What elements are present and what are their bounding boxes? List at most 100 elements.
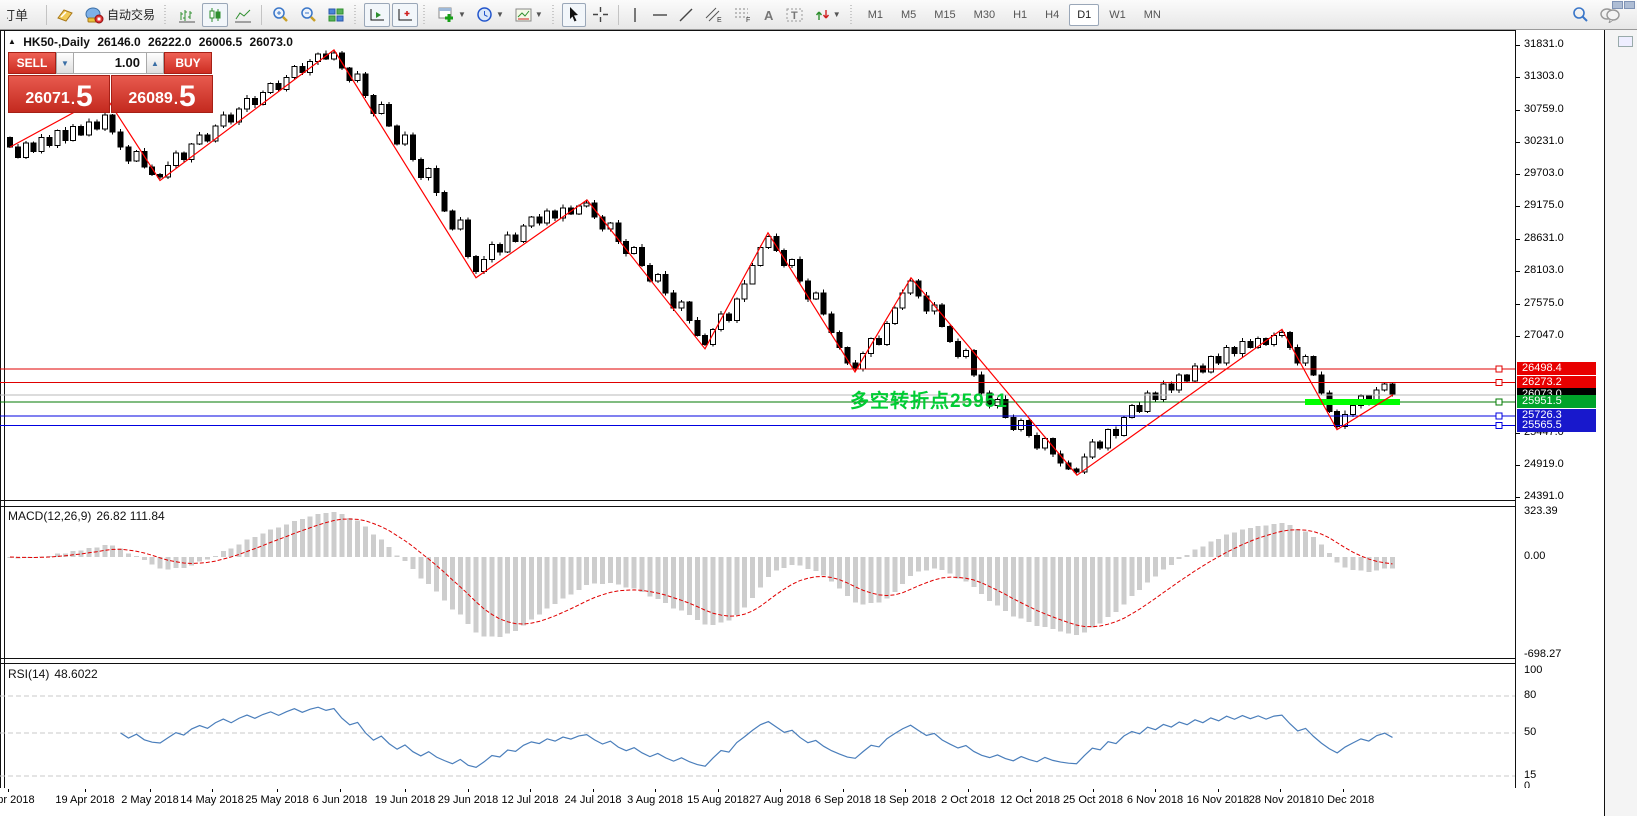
tile-windows-button[interactable] bbox=[323, 3, 349, 27]
ohlc-open: 26146.0 bbox=[97, 35, 140, 49]
search-button[interactable] bbox=[1567, 3, 1593, 27]
date-tick-mark bbox=[8, 789, 9, 792]
sell-price[interactable]: 26071.5 bbox=[8, 75, 110, 113]
vertical-line-button[interactable] bbox=[624, 3, 646, 27]
window-button-icon[interactable] bbox=[1612, 1, 1623, 9]
dropdown-caret-icon: ▼ bbox=[496, 10, 504, 19]
dropdown-caret-icon: ▼ bbox=[833, 10, 841, 19]
text-label-button[interactable]: T bbox=[782, 3, 808, 27]
autotrading-button[interactable]: 自动交易 bbox=[80, 3, 159, 27]
date-tick-label: 14 May 2018 bbox=[180, 794, 244, 806]
date-tick-label: 12 Jul 2018 bbox=[502, 794, 559, 806]
date-tick-label: 9 Apr 2018 bbox=[0, 794, 35, 806]
auto-scroll-icon bbox=[368, 7, 386, 23]
periods-button[interactable]: ▼ bbox=[472, 3, 508, 27]
chart-plot-area[interactable] bbox=[0, 30, 1600, 816]
line-chart-button[interactable] bbox=[230, 3, 256, 27]
price-tick-label: 29703.0 bbox=[1524, 167, 1564, 179]
crosshair-button[interactable] bbox=[588, 3, 613, 27]
rsi-value: 48.6022 bbox=[54, 667, 97, 681]
bar-chart-button[interactable] bbox=[174, 3, 200, 27]
timeframe-m5[interactable]: M5 bbox=[893, 4, 924, 26]
date-tick-label: 3 Aug 2018 bbox=[627, 794, 683, 806]
timeframe-m15[interactable]: M15 bbox=[926, 4, 963, 26]
price-axis[interactable]: 31831.031303.030759.030231.029703.029175… bbox=[1516, 30, 1604, 816]
date-tick-mark bbox=[780, 789, 781, 792]
date-tick-label: 16 Nov 2018 bbox=[1187, 794, 1249, 806]
rsi-tick-label: 80 bbox=[1524, 689, 1536, 701]
price-tick-mark bbox=[1516, 77, 1520, 78]
crosshair-icon bbox=[592, 6, 609, 23]
timeframe-h1[interactable]: H1 bbox=[1005, 4, 1035, 26]
volume-decrease-button[interactable]: ▼ bbox=[56, 52, 74, 74]
date-tick-label: 6 Jun 2018 bbox=[313, 794, 367, 806]
timeframe-m1[interactable]: M1 bbox=[860, 4, 891, 26]
date-tick-label: 6 Nov 2018 bbox=[1127, 794, 1183, 806]
window-button-icon[interactable] bbox=[1624, 1, 1635, 9]
text-label-icon: T bbox=[786, 7, 804, 23]
date-tick-mark bbox=[718, 789, 719, 792]
date-tick-mark bbox=[1030, 789, 1031, 792]
text-button[interactable]: A bbox=[758, 3, 780, 27]
add-indicator-icon bbox=[437, 6, 456, 23]
sell-price-frac: 5 bbox=[76, 84, 93, 110]
zoom-out-icon bbox=[299, 6, 317, 23]
date-tick-mark bbox=[468, 789, 469, 792]
price-tick-label: 28631.0 bbox=[1524, 232, 1564, 244]
zoom-in-button[interactable] bbox=[267, 3, 293, 27]
sell-price-dot: . bbox=[71, 92, 75, 110]
svg-text:A: A bbox=[764, 8, 774, 23]
chart-shift-button[interactable] bbox=[392, 3, 418, 27]
price-tick-mark bbox=[1516, 433, 1520, 434]
templates-button[interactable]: ▼ bbox=[510, 3, 547, 27]
candlestick-chart-button[interactable] bbox=[202, 3, 228, 27]
ohlc-close: 26073.0 bbox=[250, 35, 293, 49]
fibonacci-button[interactable]: F bbox=[729, 3, 756, 27]
price-tick-mark bbox=[1516, 465, 1520, 466]
indicators-button[interactable]: ▼ bbox=[433, 3, 470, 27]
date-tick-mark bbox=[150, 789, 151, 792]
trendline-button[interactable] bbox=[674, 3, 698, 27]
date-axis[interactable]: 9 Apr 201819 Apr 20182 May 201814 May 20… bbox=[0, 788, 1600, 816]
grip bbox=[423, 5, 428, 25]
date-tick-mark bbox=[277, 789, 278, 792]
date-tick-mark bbox=[1155, 789, 1156, 792]
arrows-button[interactable]: ▼ bbox=[810, 3, 845, 27]
date-tick-label: 27 Aug 2018 bbox=[749, 794, 811, 806]
trendline-icon bbox=[678, 7, 694, 23]
price-tick-mark bbox=[1516, 110, 1520, 111]
dropdown-caret-icon: ▼ bbox=[535, 10, 543, 19]
collapse-triangle-icon[interactable]: ▲ bbox=[8, 37, 16, 46]
right-margin-strip bbox=[1605, 30, 1637, 816]
clock-icon bbox=[476, 6, 494, 23]
buy-button[interactable]: BUY bbox=[164, 52, 212, 74]
price-tick-mark bbox=[1516, 336, 1520, 337]
window-control-icon[interactable] bbox=[1618, 36, 1633, 47]
volume-input[interactable]: 1.00 bbox=[74, 52, 146, 74]
sell-button[interactable]: SELL bbox=[8, 52, 56, 74]
vertical-line-icon bbox=[629, 7, 641, 23]
zoom-out-button[interactable] bbox=[295, 3, 321, 27]
dropdown-caret-icon: ▼ bbox=[458, 10, 466, 19]
separator bbox=[618, 5, 619, 25]
timeframe-d1[interactable]: D1 bbox=[1069, 4, 1099, 26]
timeframe-h4[interactable]: H4 bbox=[1037, 4, 1067, 26]
candlestick-icon bbox=[206, 7, 224, 23]
journal-book-button[interactable] bbox=[52, 3, 78, 27]
timeframe-m30[interactable]: M30 bbox=[966, 4, 1003, 26]
svg-text:E: E bbox=[717, 17, 722, 23]
equidistant-channel-button[interactable]: E bbox=[700, 3, 727, 27]
timeframe-mn[interactable]: MN bbox=[1136, 4, 1169, 26]
horizontal-line-button[interactable] bbox=[648, 3, 672, 27]
date-tick-mark bbox=[85, 789, 86, 792]
volume-increase-button[interactable]: ▲ bbox=[146, 52, 164, 74]
cursor-button[interactable] bbox=[562, 3, 586, 27]
timeframe-w1[interactable]: W1 bbox=[1101, 4, 1134, 26]
new-order-button[interactable]: 订单 bbox=[3, 3, 41, 27]
macd-tick-label: 323.39 bbox=[1524, 505, 1558, 517]
buy-price-dot: . bbox=[174, 92, 178, 110]
buy-price[interactable]: 26089.5 bbox=[111, 75, 213, 113]
date-tick-mark bbox=[843, 789, 844, 792]
date-tick-mark bbox=[1343, 789, 1344, 792]
auto-scroll-button[interactable] bbox=[364, 3, 390, 27]
